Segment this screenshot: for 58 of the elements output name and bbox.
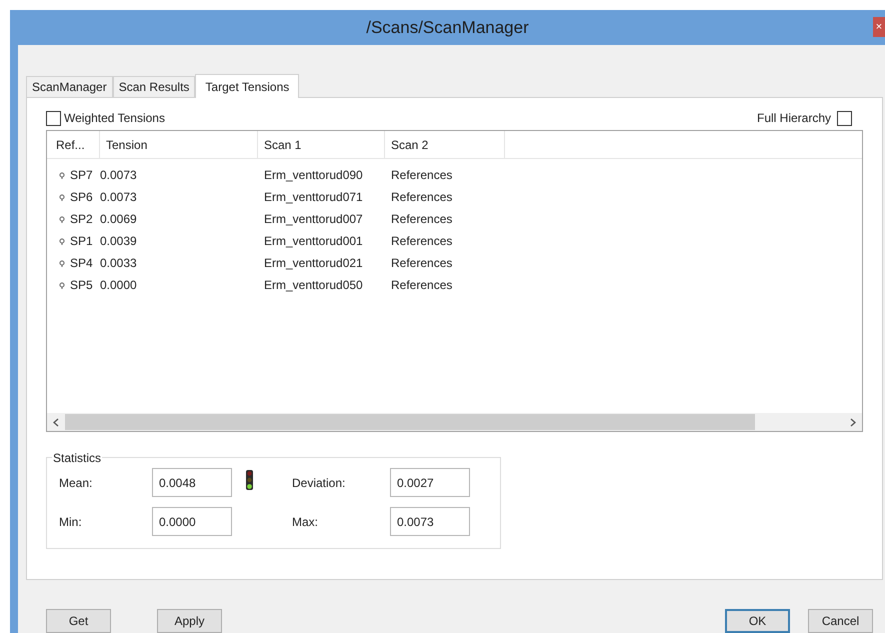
table-cell: References bbox=[391, 278, 452, 292]
table-cell: Erm_venttorud050 bbox=[264, 278, 363, 292]
value-field[interactable]: 0.0073 bbox=[390, 507, 470, 536]
value-field[interactable]: 0.0048 bbox=[152, 468, 232, 497]
table-cell: 0.0069 bbox=[100, 212, 137, 226]
scrollbar-thumb[interactable] bbox=[65, 414, 755, 430]
traffic-light-icon bbox=[246, 470, 253, 490]
table-cell: References bbox=[391, 168, 452, 182]
table-cell-text: SP7 bbox=[70, 167, 93, 184]
value-field[interactable]: 0.0027 bbox=[390, 468, 470, 497]
field-label: Deviation: bbox=[292, 474, 346, 492]
pin-icon bbox=[59, 216, 65, 222]
column-header[interactable]: Scan 1 bbox=[258, 131, 385, 158]
table-cell-text: SP2 bbox=[70, 211, 93, 228]
table-cell: References bbox=[391, 234, 452, 248]
table-cell: Erm_venttorud001 bbox=[264, 234, 363, 248]
close-button[interactable]: × bbox=[873, 17, 885, 37]
pin-icon bbox=[59, 172, 65, 178]
tab[interactable]: ScanManager bbox=[26, 76, 113, 97]
dialog-button[interactable]: Get bbox=[46, 609, 111, 633]
table-cell: References bbox=[391, 190, 452, 204]
column-header[interactable]: Scan 2 bbox=[385, 131, 505, 158]
dialog-button[interactable]: Apply bbox=[157, 609, 222, 633]
checkbox-label: Full Hierarchy bbox=[756, 110, 831, 127]
table-cell: Erm_venttorud021 bbox=[264, 256, 363, 270]
column-header[interactable]: Ref... bbox=[47, 131, 100, 158]
table-cell: 0.0033 bbox=[100, 256, 137, 270]
table-cell: Erm_venttorud007 bbox=[264, 212, 363, 226]
horizontal-scrollbar[interactable] bbox=[47, 413, 862, 431]
table-cell: Erm_venttorud071 bbox=[264, 190, 363, 204]
table-cell-text: SP1 bbox=[70, 233, 93, 250]
table-cell: 0.0039 bbox=[100, 234, 137, 248]
dialog-button[interactable]: OK bbox=[725, 609, 790, 633]
pin-icon bbox=[59, 260, 65, 266]
window-title: /Scans/ScanManager bbox=[366, 16, 529, 39]
pin-icon bbox=[59, 194, 65, 200]
table-cell-text: SP4 bbox=[70, 255, 93, 272]
field-label: Max: bbox=[292, 514, 320, 530]
field-label: Mean: bbox=[59, 474, 94, 492]
table-cell: References bbox=[391, 256, 452, 270]
tab[interactable]: Scan Results bbox=[112, 76, 196, 97]
value-field[interactable]: 0.0000 bbox=[152, 507, 232, 536]
tab[interactable]: Target Tensions bbox=[195, 74, 300, 98]
table-cell: 0.0073 bbox=[100, 168, 137, 182]
table-cell: Erm_venttorud090 bbox=[264, 168, 363, 182]
dialog-button[interactable]: Cancel bbox=[808, 609, 873, 633]
pin-icon bbox=[59, 238, 65, 244]
table-cell-text: SP6 bbox=[70, 189, 93, 206]
table-cell: 0.0000 bbox=[100, 278, 137, 292]
table-cell: References bbox=[391, 212, 452, 226]
checkbox-label: Weighted Tensions bbox=[64, 110, 165, 127]
field-label: Min: bbox=[59, 514, 83, 530]
checkbox[interactable] bbox=[46, 110, 61, 126]
table-cell: 0.0073 bbox=[100, 190, 137, 204]
pin-icon bbox=[59, 282, 65, 288]
column-header[interactable]: Tension bbox=[100, 131, 258, 158]
checkbox[interactable] bbox=[837, 110, 852, 126]
table-cell-text: SP5 bbox=[70, 277, 93, 294]
